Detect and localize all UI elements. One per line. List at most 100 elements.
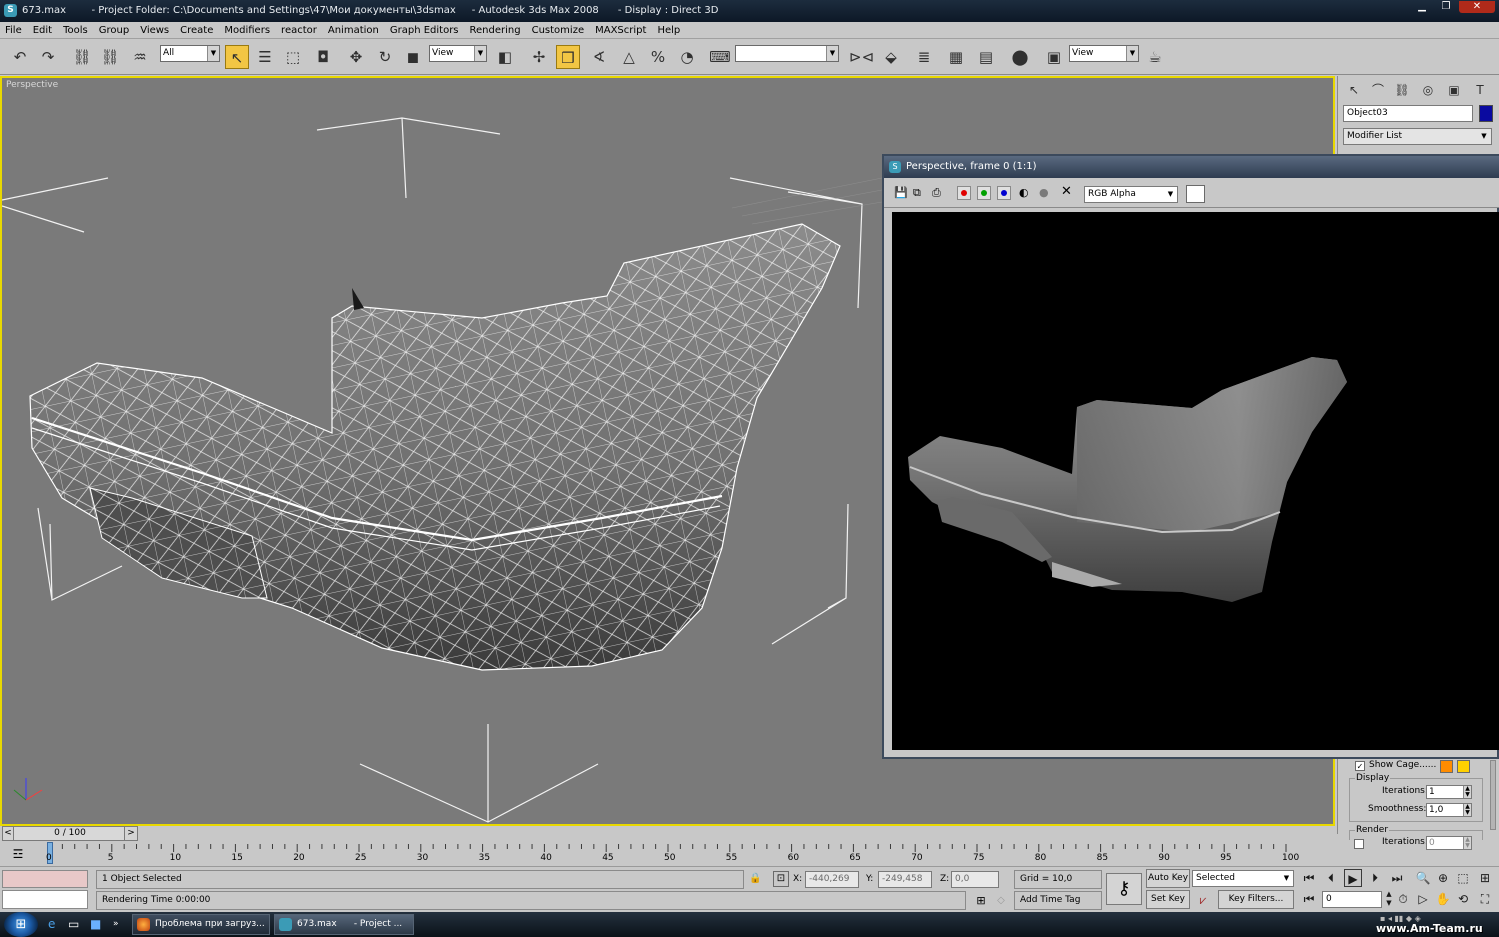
go-to-end-icon[interactable]: ⏭	[1388, 869, 1406, 887]
render-setup-icon[interactable]: ▣	[1042, 45, 1066, 69]
menu-maxscript[interactable]: MAXScript	[590, 22, 652, 39]
object-color-swatch[interactable]	[1479, 105, 1493, 122]
zoom-icon[interactable]: 🔍	[1414, 869, 1432, 887]
menu-tools[interactable]: Tools	[58, 22, 94, 39]
move-icon[interactable]: ✥	[344, 45, 368, 69]
green-channel-toggle[interactable]	[977, 186, 991, 200]
spinner-snap-icon[interactable]: ◔	[675, 45, 699, 69]
zoom-all-icon[interactable]: ⊕	[1434, 869, 1452, 887]
select-object-icon[interactable]: ↖	[225, 45, 249, 69]
field-of-view-icon[interactable]: ▷	[1414, 890, 1432, 908]
absolute-mode-icon[interactable]: ⊡	[773, 871, 789, 887]
menu-animation[interactable]: Animation	[323, 22, 385, 39]
pivot-center-icon[interactable]: ◧	[493, 45, 517, 69]
alpha-channel-icon[interactable]: ◐	[1019, 186, 1031, 200]
hierarchy-tab-icon[interactable]: ⛓	[1392, 80, 1412, 100]
panel-scrollbar[interactable]	[1490, 760, 1496, 830]
spinner-arrows-icon[interactable]: ▲ ▼	[1463, 786, 1471, 798]
menu-edit[interactable]: Edit	[28, 22, 58, 39]
set-key-button[interactable]: Set Key	[1146, 890, 1190, 909]
spinner-arrows-icon[interactable]: ▲ ▼	[1463, 804, 1471, 816]
rendered-image-canvas[interactable]	[892, 212, 1499, 750]
internet-explorer-icon[interactable]: e	[48, 916, 64, 932]
render-view-dropdown[interactable]: View ▼	[1069, 45, 1139, 62]
menu-help[interactable]: Help	[652, 22, 686, 39]
lock-selection-icon[interactable]: 🔒	[749, 872, 763, 886]
show-cage-checkbox[interactable]: ✓	[1355, 761, 1365, 771]
menu-graph-editors[interactable]: Graph Editors	[385, 22, 465, 39]
unlink-selection-icon[interactable]: ⛓	[98, 45, 122, 69]
y-coordinate-field[interactable]: -249,458	[878, 871, 932, 888]
time-tag-icon[interactable]: ⊞	[972, 893, 990, 909]
modify-tab-icon[interactable]: ⌒	[1368, 80, 1388, 100]
quick-launch-expand-icon[interactable]: »	[113, 917, 123, 931]
zoom-extents-all-icon[interactable]: ⊞	[1476, 869, 1494, 887]
menu-file[interactable]: File	[0, 22, 28, 39]
render-iterations-spinner[interactable]: 0 ▲ ▼	[1426, 836, 1472, 850]
minimize-button[interactable]: ▁	[1409, 1, 1435, 13]
key-graph-icon[interactable]: ⩗	[1194, 891, 1212, 909]
schematic-view-icon[interactable]: ▤	[974, 45, 998, 69]
menu-views[interactable]: Views	[135, 22, 175, 39]
select-by-name-icon[interactable]: ☰	[253, 45, 277, 69]
rectangular-selection-icon[interactable]: ⬚	[281, 45, 305, 69]
align-icon[interactable]: ⬙	[879, 45, 903, 69]
close-button[interactable]: ✕	[1459, 1, 1495, 13]
arc-rotate-icon[interactable]: ⟲	[1454, 890, 1472, 908]
menu-modifiers[interactable]: Modifiers	[219, 22, 276, 39]
keyboard-shortcut-toggle-icon[interactable]: ❒	[556, 45, 580, 69]
maximize-button[interactable]: ❐	[1433, 1, 1459, 13]
print-image-icon[interactable]: ⎙	[932, 186, 948, 200]
go-to-start-icon[interactable]: ⏮	[1300, 869, 1318, 887]
reference-coord-dropdown[interactable]: View ▼	[429, 45, 487, 62]
clear-icon[interactable]: ✕	[1061, 184, 1075, 200]
rotate-icon[interactable]: ↻	[373, 45, 397, 69]
motion-tab-icon[interactable]: ◎	[1418, 80, 1438, 100]
pan-view-icon[interactable]: ✋	[1434, 890, 1452, 908]
edit-named-selection-icon[interactable]: ⌨	[708, 45, 732, 69]
auto-key-button[interactable]: Auto Key	[1146, 869, 1190, 888]
layer-manager-icon[interactable]: ≣	[912, 45, 936, 69]
play-icon[interactable]: ▶	[1344, 869, 1362, 887]
start-button-icon[interactable]: ⊞	[4, 912, 38, 937]
key-mode-dropdown[interactable]: Selected ▼	[1192, 870, 1294, 887]
quick-launch-icon[interactable]: ■	[90, 916, 106, 932]
object-name-field[interactable]: Object03	[1343, 105, 1473, 122]
snaps-toggle-icon[interactable]: ∢	[587, 45, 611, 69]
monochrome-icon[interactable]: ●	[1039, 186, 1051, 200]
zoom-extents-icon[interactable]: ⬚	[1454, 869, 1472, 887]
menu-customize[interactable]: Customize	[527, 22, 591, 39]
trackbar-icon[interactable]: ☲	[8, 846, 28, 862]
quick-render-teapot-icon[interactable]: ☕	[1143, 45, 1167, 69]
smoothness-spinner[interactable]: 1,0 ▲ ▼	[1426, 803, 1472, 817]
menu-rendering[interactable]: Rendering	[465, 22, 527, 39]
redo-icon[interactable]: ↷	[36, 45, 60, 69]
render-iterations-checkbox[interactable]	[1354, 839, 1364, 849]
percent-snap-icon[interactable]: %	[646, 45, 670, 69]
color-swatch[interactable]	[1186, 185, 1205, 203]
x-coordinate-field[interactable]: -440,269	[805, 871, 859, 888]
taskbar-item-firefox[interactable]: Проблема при загруз...	[132, 914, 270, 935]
create-tab-icon[interactable]: ↖	[1344, 80, 1364, 100]
selection-filter-dropdown[interactable]: All ▼	[160, 45, 220, 62]
named-selection-dropdown[interactable]: ▼	[735, 45, 839, 62]
blue-channel-toggle[interactable]	[997, 186, 1011, 200]
maxscript-listener-pink[interactable]	[2, 870, 88, 888]
taskbar-item-3dsmax[interactable]: 673.max - Project ...	[274, 914, 414, 935]
spinner-arrows-icon[interactable]: ▲ ▼	[1463, 837, 1471, 849]
time-ruler[interactable]: 0 5 10 15 20 25 30 35 40 45 50 55 60 65 70 75 80 85 90 95 10…	[44, 842, 1334, 868]
menu-reactor[interactable]: reactor	[276, 22, 323, 39]
menu-create[interactable]: Create	[175, 22, 219, 39]
mirror-icon[interactable]: ⊳⊲	[849, 45, 874, 69]
scale-icon[interactable]: ◼	[401, 45, 425, 69]
maxscript-listener-white[interactable]	[2, 890, 88, 909]
undo-icon[interactable]: ↶	[8, 45, 32, 69]
clone-frame-icon[interactable]: ⧉	[913, 186, 927, 200]
modifier-list-dropdown[interactable]: Modifier List ▼	[1343, 128, 1492, 145]
key-mode-toggle-icon[interactable]: ⏮	[1300, 890, 1318, 908]
save-image-icon[interactable]: 💾	[894, 186, 908, 200]
previous-frame-icon[interactable]: ⏴	[1322, 869, 1340, 887]
maximize-viewport-icon[interactable]: ⛶	[1476, 890, 1494, 908]
set-key-icon[interactable]: ⚷	[1106, 873, 1142, 905]
red-channel-toggle[interactable]	[957, 186, 971, 200]
